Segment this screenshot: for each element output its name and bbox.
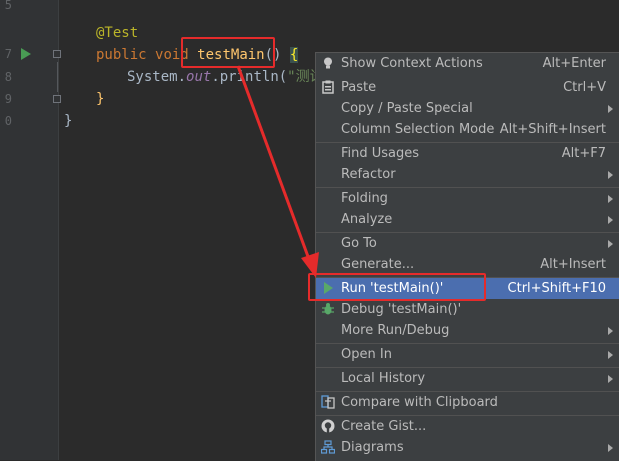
annotation-arrow bbox=[236, 65, 319, 278]
